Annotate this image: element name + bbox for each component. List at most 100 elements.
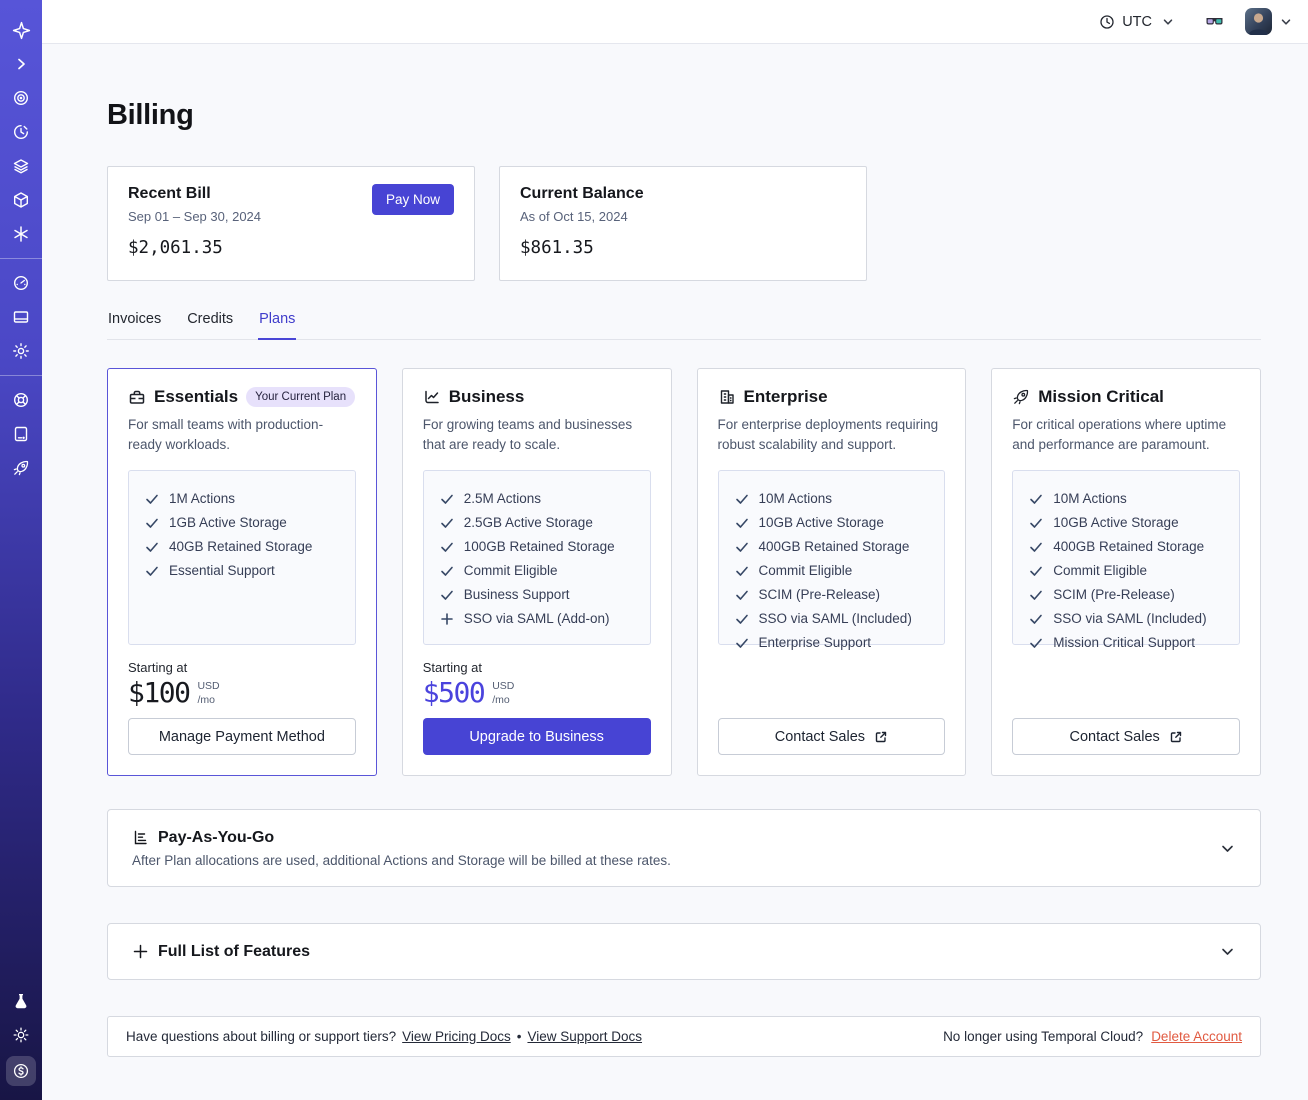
feature-list: 10M Actions 10GB Active Storage 400GB Re… bbox=[717, 470, 946, 650]
feature-item: Commit Eligible bbox=[1029, 563, 1223, 578]
chevron-down-icon[interactable] bbox=[1219, 840, 1236, 857]
user-avatar[interactable] bbox=[1245, 8, 1272, 35]
expand-chevron-icon[interactable] bbox=[4, 47, 38, 81]
summary-cards: Recent Bill Sep 01 – Sep 30, 2024 $2,061… bbox=[107, 166, 1261, 281]
check-icon bbox=[440, 540, 454, 554]
getting-started-rocket-icon[interactable] bbox=[4, 451, 38, 485]
balance-as-of-date: As of Oct 15, 2024 bbox=[520, 209, 628, 224]
check-icon bbox=[735, 516, 749, 530]
feature-text: 10M Actions bbox=[758, 491, 833, 507]
view-support-docs-link[interactable]: View Support Docs bbox=[527, 1029, 642, 1044]
check-icon bbox=[1029, 564, 1043, 578]
tab-credits[interactable]: Credits bbox=[186, 305, 234, 339]
chevron-down-icon[interactable] bbox=[1219, 943, 1236, 960]
feature-item: 400GB Retained Storage bbox=[735, 539, 929, 554]
clock-icon bbox=[1099, 14, 1115, 30]
pay-as-you-go-accordion[interactable]: Pay-As-You-Go After Plan allocations are… bbox=[107, 809, 1261, 887]
namespaces-icon[interactable] bbox=[4, 81, 38, 115]
check-icon bbox=[1029, 540, 1043, 554]
billing-page: Billing Recent Bill Sep 01 – Sep 30, 202… bbox=[42, 0, 1308, 1057]
feature-item: 100GB Retained Storage bbox=[440, 539, 634, 554]
feature-text: Enterprise Support bbox=[758, 635, 872, 651]
billing-footer: Have questions about billing or support … bbox=[107, 1016, 1261, 1057]
plan-header: Essentials Your Current Plan bbox=[128, 387, 356, 407]
contact-sales-button[interactable]: Contact Sales bbox=[1012, 718, 1240, 755]
layers-icon[interactable] bbox=[4, 149, 38, 183]
feature-text: Business Support bbox=[463, 587, 570, 603]
billing-card-icon[interactable] bbox=[4, 300, 38, 334]
billing-active-coin-icon[interactable] bbox=[6, 1056, 36, 1086]
plan-card-mission-critical: Mission Critical For critical operations… bbox=[991, 368, 1261, 776]
pay-now-button[interactable]: Pay Now bbox=[371, 184, 454, 215]
feature-item: Essential Support bbox=[145, 563, 339, 578]
feature-item: 2.5GB Active Storage bbox=[440, 515, 634, 530]
building-icon bbox=[718, 388, 736, 406]
feature-text: 10GB Active Storage bbox=[758, 515, 884, 531]
feature-text: 10GB Active Storage bbox=[1053, 515, 1179, 531]
settings-gear-icon[interactable] bbox=[4, 334, 38, 368]
docs-book-icon[interactable] bbox=[4, 417, 38, 451]
external-link-icon bbox=[874, 730, 888, 744]
price-amount: $500 bbox=[422, 676, 486, 710]
feature-text: Mission Critical Support bbox=[1053, 635, 1196, 651]
feature-text: 2.5M Actions bbox=[463, 491, 542, 507]
price-currency: USD bbox=[197, 679, 220, 692]
plan-card-business: Business For growing teams and businesse… bbox=[401, 368, 672, 776]
check-icon bbox=[735, 492, 749, 506]
plan-description: For enterprise deployments requiring rob… bbox=[717, 417, 939, 452]
timezone-selector[interactable]: UTC bbox=[1091, 8, 1182, 36]
left-sidebar bbox=[0, 0, 42, 1100]
schedules-icon[interactable] bbox=[4, 115, 38, 149]
check-icon bbox=[735, 564, 749, 578]
tab-plans[interactable]: Plans bbox=[258, 305, 297, 340]
check-icon bbox=[1029, 492, 1043, 506]
contact-sales-button[interactable]: Contact Sales bbox=[717, 718, 946, 755]
feature-item: Enterprise Support bbox=[735, 635, 929, 650]
current-balance-amount: $861.35 bbox=[520, 238, 594, 258]
check-icon bbox=[145, 516, 159, 530]
nexus-asterisk-icon[interactable] bbox=[4, 217, 38, 251]
feature-text: Commit Eligible bbox=[758, 563, 853, 579]
feature-item: Mission Critical Support bbox=[1029, 635, 1223, 650]
feature-text: Essential Support bbox=[169, 563, 275, 579]
price-block: Starting at $500 USD/mo bbox=[423, 660, 651, 709]
plan-description: For small teams with production-ready wo… bbox=[128, 417, 324, 452]
rocket-icon bbox=[1012, 388, 1030, 406]
plan-header: Mission Critical bbox=[1012, 387, 1240, 407]
plan-name: Mission Critical bbox=[1038, 387, 1164, 406]
feature-item: Commit Eligible bbox=[440, 563, 634, 578]
delete-account-link[interactable]: Delete Account bbox=[1151, 1029, 1242, 1044]
full-feature-list-accordion[interactable]: Full List of Features bbox=[107, 923, 1261, 980]
view-pricing-docs-link[interactable]: View Pricing Docs bbox=[402, 1029, 511, 1044]
feature-item: Business Support bbox=[440, 587, 634, 602]
theme-sun-icon[interactable] bbox=[4, 1018, 38, 1052]
temporal-logo-icon[interactable] bbox=[4, 13, 38, 47]
check-icon bbox=[145, 492, 159, 506]
feature-item: 1GB Active Storage bbox=[145, 515, 339, 530]
plan-name: Enterprise bbox=[743, 387, 828, 406]
feature-text: Commit Eligible bbox=[463, 563, 558, 579]
user-menu[interactable] bbox=[1245, 8, 1292, 35]
plan-header: Business bbox=[423, 387, 651, 407]
labs-glasses-icon[interactable] bbox=[1204, 11, 1225, 32]
feature-item: 10GB Active Storage bbox=[735, 515, 929, 530]
usage-gauge-icon[interactable] bbox=[4, 266, 38, 300]
deployments-cube-icon[interactable] bbox=[4, 183, 38, 217]
labs-flask-icon[interactable] bbox=[4, 984, 38, 1018]
support-lifebuoy-icon[interactable] bbox=[4, 383, 38, 417]
current-balance-card: Current Balance As of Oct 15, 2024 $861.… bbox=[499, 166, 867, 281]
plan-name: Essentials bbox=[154, 387, 239, 406]
feature-item: SSO via SAML (Add-on) bbox=[440, 611, 634, 626]
manage-payment-method-button[interactable]: Manage Payment Method bbox=[128, 718, 356, 755]
button-label: Manage Payment Method bbox=[158, 728, 325, 745]
feature-text: SSO via SAML (Included) bbox=[1053, 611, 1207, 627]
chart-line-icon bbox=[423, 388, 441, 406]
upgrade-to-business-button[interactable]: Upgrade to Business bbox=[422, 718, 651, 755]
check-icon bbox=[735, 612, 749, 626]
feature-item: 10M Actions bbox=[735, 491, 929, 506]
billing-tabs: Invoices Credits Plans bbox=[107, 305, 1261, 340]
price-period: /mo bbox=[197, 693, 215, 706]
chevron-down-icon bbox=[1162, 16, 1174, 28]
tab-invoices[interactable]: Invoices bbox=[107, 305, 162, 339]
card-title: Current Balance bbox=[520, 185, 644, 202]
